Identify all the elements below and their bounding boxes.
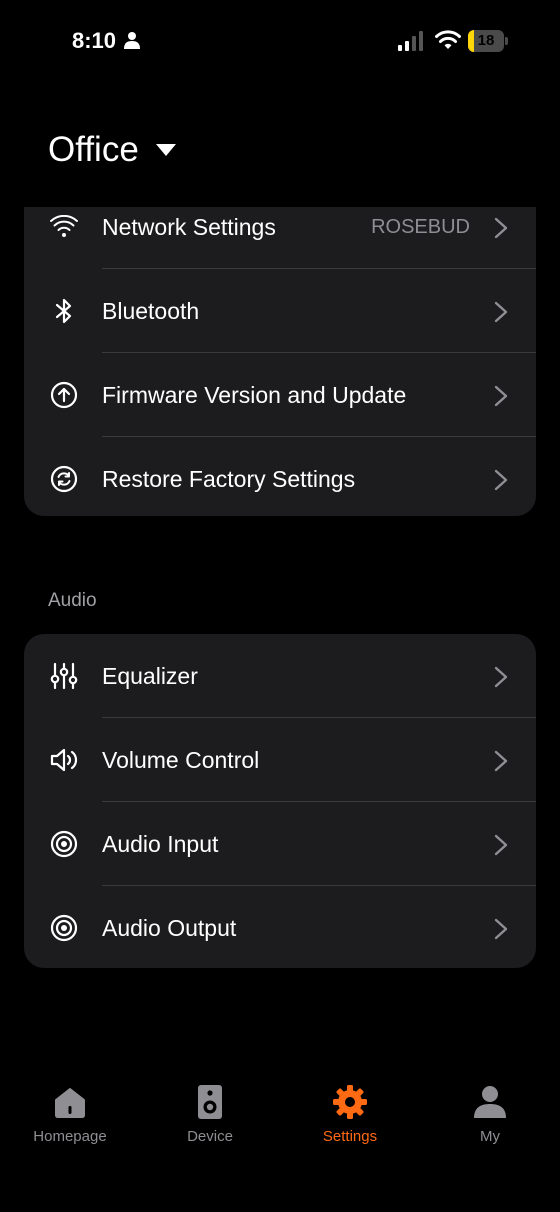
tab-label: Settings [322,1128,378,1145]
chevron-right-icon [494,918,508,940]
tab-label: My [480,1128,500,1145]
settings-row-restore[interactable]: Restore Factory Settings [24,437,536,516]
battery-indicator: 18 [468,30,508,52]
settings-row-bluetooth[interactable]: Bluetooth [24,269,536,353]
equalizer-icon [48,662,80,690]
tab-label: Homepage [33,1128,107,1145]
settings-row-firmware[interactable]: Firmware Version and Update [24,353,536,437]
settings-row-audio-output[interactable]: Audio Output [24,886,536,970]
row-label: Volume Control [102,747,260,773]
person-icon [474,1086,506,1118]
wifi-status-icon [435,30,461,49]
wifi-icon [48,213,80,241]
system-settings-card: Network Settings ROSEBUD Bluetooth Firmw… [24,207,536,516]
network-name-value: ROSEBUD [371,216,470,238]
refresh-icon [48,465,80,493]
tab-device[interactable]: Device [140,1070,280,1160]
settings-row-network[interactable]: Network Settings ROSEBUD [24,207,536,269]
section-label-audio: Audio [48,590,97,611]
chevron-right-icon [494,750,508,772]
settings-row-audio-input[interactable]: Audio Input [24,802,536,886]
gear-icon [333,1085,367,1119]
row-label: Restore Factory Settings [102,466,356,492]
status-time: 8:10 [72,28,117,53]
settings-row-volume[interactable]: Volume Control [24,718,536,802]
chevron-right-icon [494,469,508,491]
status-bar: 8:10 18 [0,0,560,84]
settings-row-equalizer[interactable]: Equalizer [24,634,536,718]
speaker-device-icon [198,1085,222,1119]
tab-bar: Homepage Device Settings My [0,1070,560,1170]
chevron-right-icon [494,217,508,239]
bluetooth-icon [48,297,80,325]
row-label: Firmware Version and Update [102,382,407,408]
battery-level-text: 18 [477,32,495,49]
row-label: Audio Input [102,831,219,857]
chevron-right-icon [494,385,508,407]
audio-settings-card: Equalizer Volume Control Audio Input Aud… [24,634,536,968]
chevron-right-icon [494,666,508,688]
home-icon [55,1088,85,1118]
upload-arrow-icon [48,381,80,409]
tab-label: Device [187,1128,233,1145]
chevron-right-icon [494,301,508,323]
tab-settings[interactable]: Settings [280,1070,420,1160]
target-icon [48,830,80,858]
page-title: Office [48,130,139,169]
target-icon [48,914,80,942]
row-label: Network Settings [102,214,276,240]
location-selector[interactable]: Office [48,126,177,174]
row-label: Equalizer [102,663,198,689]
caret-down-icon [155,144,176,156]
tab-homepage[interactable]: Homepage [0,1070,140,1160]
chevron-right-icon [494,834,508,856]
row-label: Audio Output [102,915,237,941]
row-label: Bluetooth [102,298,200,324]
cellular-signal-icon [398,31,423,51]
speaker-icon [48,746,80,774]
tab-my[interactable]: My [420,1070,560,1160]
person-icon [124,32,140,49]
